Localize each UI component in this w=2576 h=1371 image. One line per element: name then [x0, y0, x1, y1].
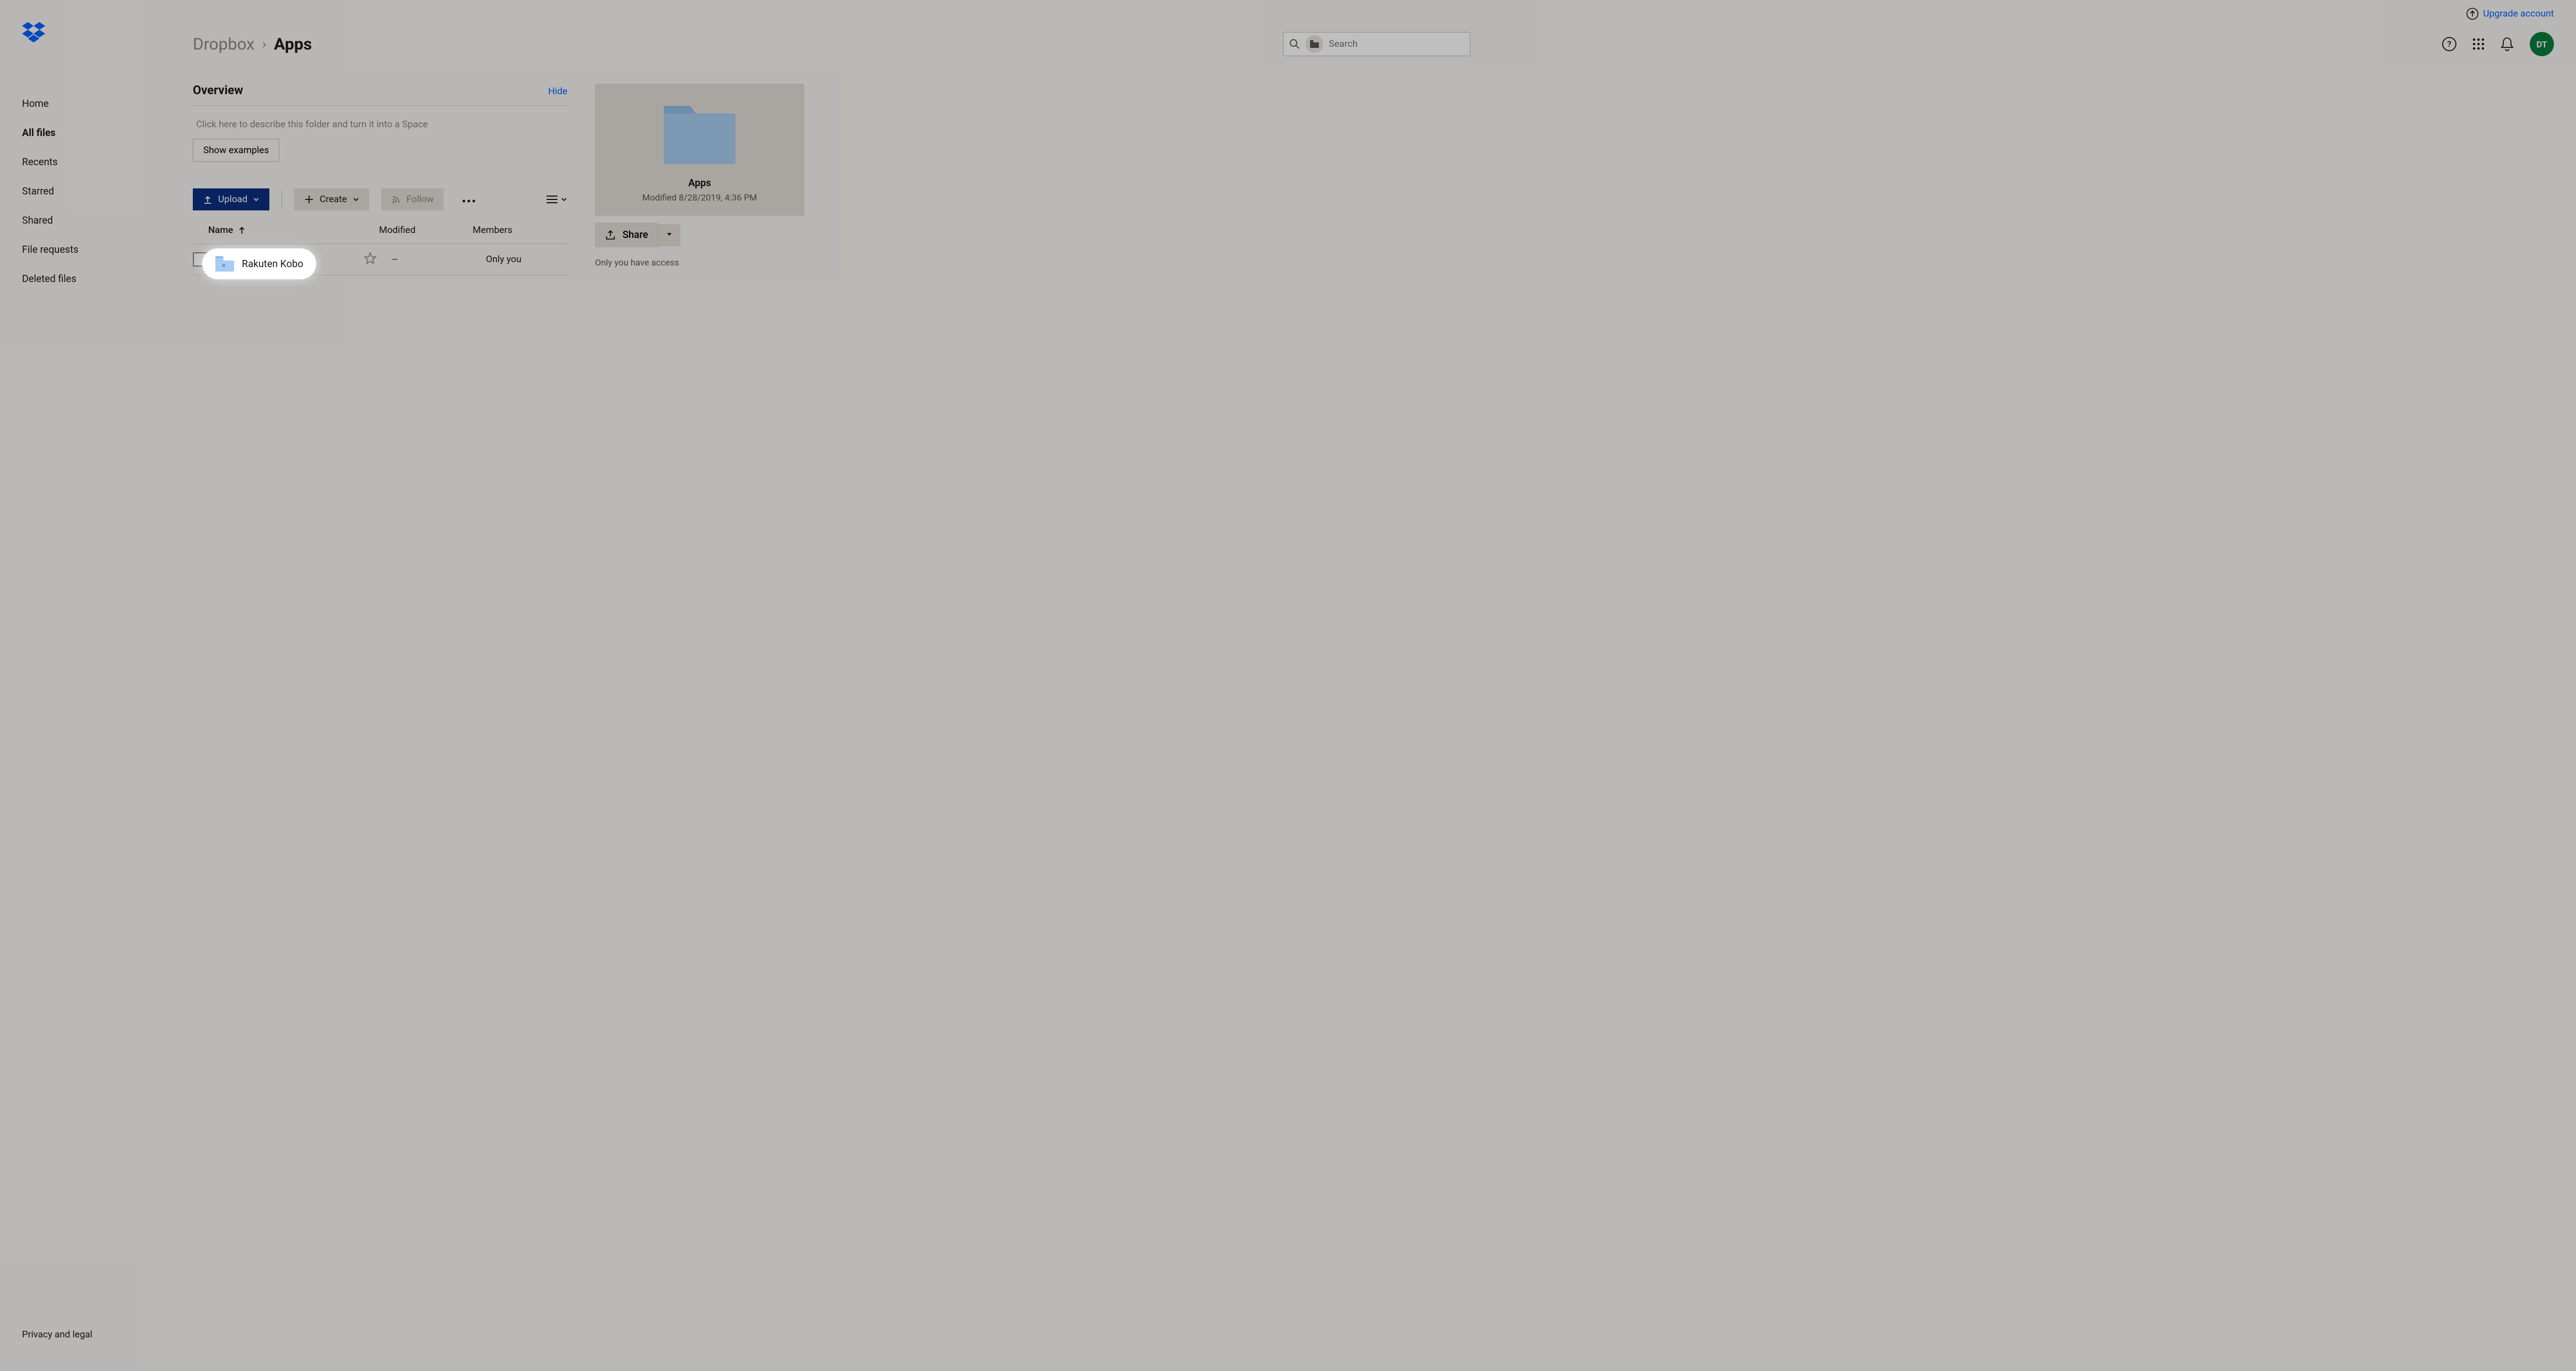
column-members[interactable]: Members: [473, 225, 567, 236]
access-text: Only you have access: [595, 257, 804, 268]
breadcrumb: Dropbox › Apps: [193, 35, 312, 54]
highlight-name: Rakuten Kobo: [242, 258, 303, 270]
nav-recents[interactable]: Recents: [0, 148, 171, 177]
star-icon: [364, 252, 377, 265]
sort-asc-icon: [239, 226, 245, 234]
help-icon: ?: [2442, 36, 2457, 52]
caret-down-icon: [666, 231, 673, 237]
file-modified: --: [392, 254, 480, 265]
breadcrumb-root[interactable]: Dropbox: [193, 35, 255, 54]
detail-panel: Apps Modified 8/28/2019, 4:36 PM Share O…: [595, 84, 804, 275]
folder-icon: [1310, 40, 1319, 48]
avatar[interactable]: DT: [2530, 32, 2554, 56]
nav-all-files[interactable]: All files: [0, 118, 171, 148]
create-button[interactable]: Create: [294, 188, 369, 210]
bell-icon: [2500, 36, 2514, 52]
file-members: Only you: [486, 254, 567, 265]
main: Upgrade account Dropbox › Apps ?: [171, 0, 2576, 1371]
search-input[interactable]: [1329, 39, 1464, 50]
breadcrumb-separator: ›: [262, 36, 266, 52]
more-button[interactable]: [456, 190, 482, 209]
upgrade-icon: [2466, 8, 2478, 20]
folder-modified: Modified 8/28/2019, 4:36 PM: [606, 192, 793, 203]
sidebar: Home All files Recents Starred Shared Fi…: [0, 0, 171, 1371]
folder-name: Apps: [606, 177, 793, 189]
nav-file-requests[interactable]: File requests: [0, 235, 171, 264]
upload-label: Upload: [218, 194, 247, 205]
chevron-down-icon: [561, 196, 567, 203]
toolbar: Upload Create Follow: [193, 188, 567, 210]
nav-starred[interactable]: Starred: [0, 177, 171, 206]
rss-icon: [391, 194, 401, 204]
privacy-legal-link[interactable]: Privacy and legal: [0, 1320, 171, 1349]
folder-large-icon: [664, 106, 735, 164]
share-caret[interactable]: [658, 224, 680, 246]
share-button[interactable]: Share: [595, 223, 658, 247]
header-icons: ? DT: [2442, 32, 2554, 56]
share-row: Share: [595, 223, 804, 247]
dropbox-logo[interactable]: [0, 22, 171, 89]
column-name[interactable]: Name: [208, 225, 374, 236]
highlight-callout: Rakuten Kobo: [202, 248, 316, 279]
search-box[interactable]: [1283, 32, 1470, 56]
hide-link[interactable]: Hide: [548, 86, 567, 97]
nav-shared[interactable]: Shared: [0, 206, 171, 235]
chevron-down-icon: [353, 196, 359, 203]
folder-card: Apps Modified 8/28/2019, 4:36 PM: [595, 84, 804, 216]
nav: Home All files Recents Starred Shared Fi…: [0, 89, 171, 1320]
app-folder-icon: [215, 256, 234, 272]
overview-placeholder[interactable]: Click here to describe this folder and t…: [193, 106, 567, 139]
apps-grid-button[interactable]: [2472, 38, 2485, 50]
dropbox-icon: [22, 22, 45, 43]
topbar: Upgrade account: [193, 0, 2554, 28]
upgrade-link[interactable]: Upgrade account: [2466, 8, 2554, 20]
star-button[interactable]: [364, 252, 377, 267]
upload-icon: [203, 194, 213, 204]
ellipsis-icon: [462, 199, 475, 203]
svg-text:?: ?: [2447, 39, 2451, 49]
nav-home[interactable]: Home: [0, 89, 171, 118]
column-modified[interactable]: Modified: [379, 225, 467, 236]
overview-header: Overview Hide: [193, 84, 567, 106]
notifications-button[interactable]: [2500, 36, 2514, 52]
table-header: Name Modified Members: [193, 215, 567, 244]
create-label: Create: [320, 194, 347, 205]
column-name-label: Name: [208, 225, 233, 236]
help-button[interactable]: ?: [2442, 36, 2457, 52]
content-area: Overview Hide Click here to describe thi…: [193, 84, 2554, 275]
share-icon: [605, 230, 616, 241]
list-icon: [546, 195, 558, 204]
chevron-down-icon: [253, 196, 259, 203]
plus-icon: [304, 194, 314, 204]
nav-deleted-files[interactable]: Deleted files: [0, 264, 171, 294]
overview-title: Overview: [193, 84, 243, 97]
header-row: Dropbox › Apps ?: [193, 28, 2554, 56]
search-icon: [1289, 39, 1300, 50]
follow-button[interactable]: Follow: [381, 188, 444, 210]
upload-button[interactable]: Upload: [193, 188, 269, 210]
breadcrumb-current: Apps: [274, 35, 312, 54]
upgrade-label: Upgrade account: [2483, 8, 2554, 19]
follow-label: Follow: [407, 194, 434, 205]
center-column: Overview Hide Click here to describe thi…: [193, 84, 567, 275]
search-scope-chip[interactable]: [1306, 35, 1323, 53]
grid-icon: [2472, 38, 2485, 50]
share-label: Share: [623, 229, 648, 241]
show-examples-button[interactable]: Show examples: [193, 139, 279, 162]
view-toggle[interactable]: [546, 195, 567, 204]
